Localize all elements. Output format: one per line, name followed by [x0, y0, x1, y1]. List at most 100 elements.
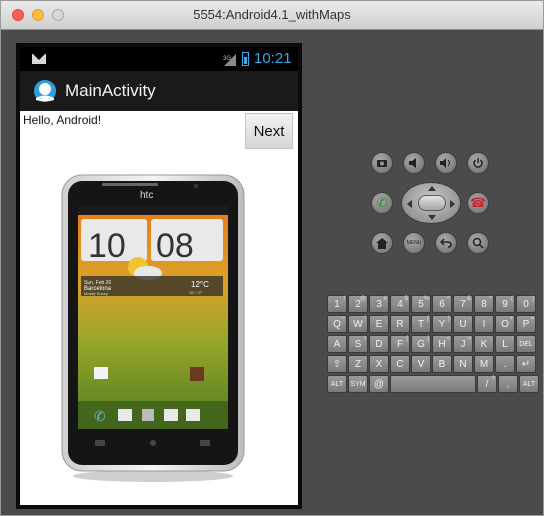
volume-up-icon[interactable]	[435, 152, 457, 174]
key-q[interactable]: Q ~	[327, 315, 347, 333]
dpad-center-button[interactable]	[418, 195, 446, 211]
key-k[interactable]: K;	[474, 335, 494, 353]
key-z[interactable]: Z	[348, 355, 368, 373]
key-l[interactable]: L:	[495, 335, 515, 353]
end-call-icon[interactable]: ☎	[467, 192, 489, 214]
key-label: O	[501, 318, 509, 330]
menu-button[interactable]: MENU	[403, 232, 425, 254]
dpad-right-icon[interactable]	[450, 200, 455, 208]
key-sym[interactable]: SYM	[348, 375, 368, 393]
key-w[interactable]: W "	[348, 315, 368, 333]
key-7[interactable]: 7 &	[453, 295, 473, 313]
key-alt-label: %	[423, 296, 429, 302]
key-label: K	[480, 338, 488, 350]
key-h[interactable]: H <	[432, 335, 452, 353]
key-alt-label: #	[383, 296, 387, 302]
key-alt-label: ;	[490, 336, 492, 342]
key-t[interactable]: T{	[411, 315, 431, 333]
key-.[interactable]: .	[495, 355, 515, 373]
key-label: A	[333, 338, 341, 350]
signal-icon: 3G	[223, 54, 236, 66]
activity-title: MainActivity	[65, 81, 156, 100]
key-u[interactable]: U-	[453, 315, 473, 333]
key-f[interactable]: F[	[390, 335, 410, 353]
key-n[interactable]: N	[453, 355, 473, 373]
battery-icon	[242, 52, 249, 66]
window-title: 5554:Android4.1_withMaps	[193, 7, 351, 22]
key-alt[interactable]: ALT	[327, 375, 347, 393]
svg-text:16° / 9°: 16° / 9°	[189, 290, 203, 295]
key-alt-label: )	[532, 296, 534, 302]
key-label: L	[502, 338, 508, 350]
action-bar: MainActivity	[20, 71, 298, 111]
key-m[interactable]: M	[474, 355, 494, 373]
key-1[interactable]: 1!	[327, 295, 347, 313]
key-alt-label: =	[530, 316, 534, 322]
key-label: 0	[523, 298, 529, 310]
key-label: ALT	[330, 380, 344, 388]
key-s[interactable]: S \	[348, 335, 368, 353]
dpad-up-icon[interactable]	[428, 186, 436, 191]
key-v[interactable]: V	[411, 355, 431, 373]
key-label: C	[396, 358, 404, 370]
key-o[interactable]: O +	[495, 315, 515, 333]
dpad[interactable]	[401, 182, 461, 224]
key-alt-label: <	[446, 336, 450, 342]
key-y[interactable]: Y}	[432, 315, 452, 333]
key-2[interactable]: 2 @	[348, 295, 368, 313]
key-e[interactable]: E `	[369, 315, 389, 333]
key-label: 6	[439, 298, 445, 310]
key-label: @	[373, 378, 385, 390]
key-0[interactable]: 0)	[516, 295, 536, 313]
key-alt-label: +	[509, 316, 513, 322]
app-launcher-icon[interactable]	[33, 79, 57, 103]
key-alt-label: :	[511, 336, 513, 342]
key-4[interactable]: 4 $	[390, 295, 410, 313]
key-,[interactable]: ,	[498, 375, 518, 393]
key-r[interactable]: R	[390, 315, 410, 333]
key-alt-label: $	[404, 296, 408, 302]
back-icon[interactable]	[435, 232, 457, 254]
power-icon[interactable]	[467, 152, 489, 174]
dpad-left-icon[interactable]	[407, 200, 412, 208]
key-5[interactable]: 5%	[411, 295, 431, 313]
key-6[interactable]: 6 ^	[432, 295, 452, 313]
key-j[interactable]: J >	[453, 335, 473, 353]
home-icon[interactable]	[371, 232, 393, 254]
key-x[interactable]: X	[369, 355, 389, 373]
key-alt[interactable]: ALT	[519, 375, 539, 393]
key-label: D	[375, 338, 383, 350]
next-button[interactable]: Next	[245, 113, 293, 149]
svg-text:3G: 3G	[223, 56, 231, 62]
key-del[interactable]: DEL	[516, 335, 536, 353]
search-icon[interactable]	[467, 232, 489, 254]
key-p[interactable]: P =	[516, 315, 536, 333]
call-icon[interactable]: ✆	[371, 192, 393, 214]
key-/[interactable]: /?	[477, 375, 497, 393]
key-b[interactable]: B	[432, 355, 452, 373]
key-alt-label: \	[364, 336, 366, 342]
key-label: N	[459, 358, 467, 370]
space-key[interactable]	[390, 375, 476, 393]
key-i[interactable]: I	[474, 315, 494, 333]
key-⇧[interactable]: ⇧	[327, 355, 347, 373]
emulator-hardware-controls: ✆ ☎ MENU	[361, 146, 511, 266]
key-↵[interactable]: ↵	[516, 355, 536, 373]
camera-icon[interactable]	[371, 152, 393, 174]
key-8[interactable]: 8 *	[474, 295, 494, 313]
key-alt-label: "	[363, 316, 366, 322]
key-3[interactable]: 3 #	[369, 295, 389, 313]
key-c[interactable]: C	[390, 355, 410, 373]
dpad-down-icon[interactable]	[428, 215, 436, 220]
key-d[interactable]: D	[369, 335, 389, 353]
device-screen[interactable]: 3G 10:21 MainActivity Hello, Android! Ne…	[20, 47, 298, 505]
key-label: R	[396, 318, 404, 330]
volume-down-icon[interactable]	[403, 152, 425, 174]
key-label: M	[479, 358, 489, 370]
key-label: 1	[334, 298, 340, 310]
key-a[interactable]: A	[327, 335, 347, 353]
key-@[interactable]: @	[369, 375, 389, 393]
key-g[interactable]: G]	[411, 335, 431, 353]
key-9[interactable]: 9(	[495, 295, 515, 313]
svg-text:Mostly Sunny: Mostly Sunny	[84, 291, 108, 296]
